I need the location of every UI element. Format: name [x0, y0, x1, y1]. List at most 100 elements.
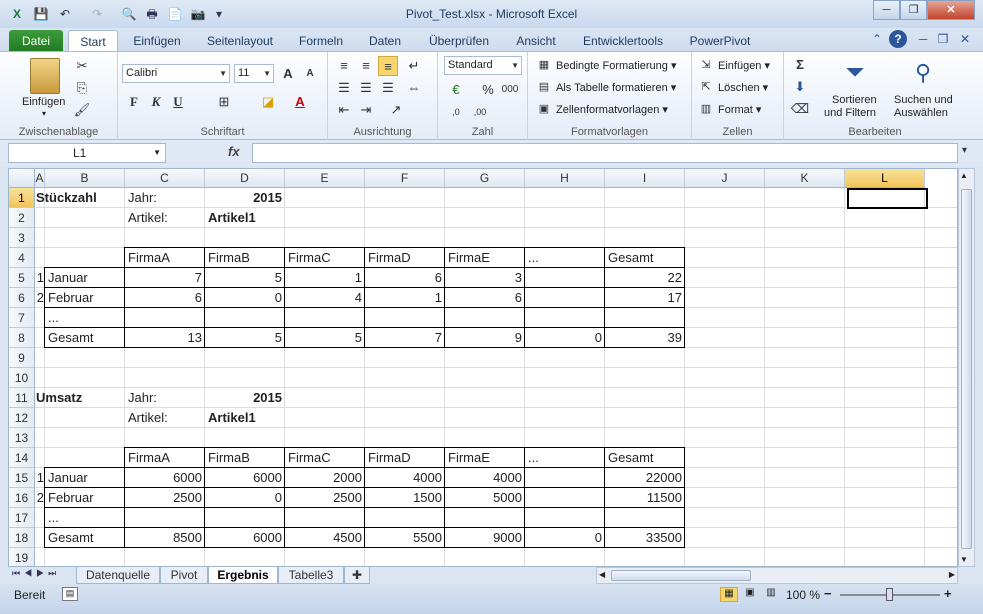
paste-dropdown-icon[interactable]: ▾ [42, 109, 46, 118]
row-header-7[interactable]: 7 [9, 308, 35, 328]
align-left-icon[interactable]: ☰ [334, 78, 354, 98]
insert-function-icon[interactable]: fx [228, 144, 240, 159]
row-header-13[interactable]: 13 [9, 428, 35, 448]
help-icon[interactable]: ? [889, 30, 907, 48]
scroll-down-icon[interactable]: ▼ [960, 555, 968, 564]
row-header-6[interactable]: 6 [9, 288, 35, 308]
sort-filter-label1[interactable]: Sortieren [832, 94, 877, 106]
zoom-in-button[interactable]: + [944, 586, 952, 601]
orientation-icon[interactable]: ↗ [386, 100, 406, 120]
horizontal-scrollbar[interactable]: ◀ ▶ [596, 567, 958, 584]
conditional-format-button[interactable]: Bedingte Formatierung ▾ [556, 59, 676, 72]
increase-decimal-button[interactable]: ,0 [446, 102, 466, 122]
worksheet-grid[interactable]: ABCDEFGHIJKL 1 2 3 4 5 6 7 8 9 10 11 12 13 14 15 16 17 18… [8, 168, 958, 567]
align-top-icon[interactable]: ≡ [334, 56, 354, 76]
align-right-icon[interactable]: ☰ [378, 78, 398, 98]
fill-color-icon[interactable]: ◪ [258, 92, 278, 112]
workbook-close-icon[interactable]: ✕ [956, 30, 974, 48]
column-header-a[interactable]: A [35, 169, 45, 188]
cell-d12[interactable]: Artikel1 [205, 408, 285, 428]
scroll-left-icon[interactable]: ◀ [599, 570, 605, 579]
tab-einfuegen[interactable]: Einfügen [126, 30, 188, 52]
column-header-c[interactable]: C [125, 169, 205, 188]
row-header-11[interactable]: 11 [9, 388, 35, 408]
row-header-3[interactable]: 3 [9, 228, 35, 248]
row-header-10[interactable]: 10 [9, 368, 35, 388]
binoculars-icon[interactable]: ⚲ [908, 58, 938, 88]
sheet-nav-icons[interactable]: ⏮◀▶⏭ [12, 568, 60, 579]
column-header-e[interactable]: E [285, 169, 365, 188]
row-header-14[interactable]: 14 [9, 448, 35, 468]
font-size-combo[interactable]: 11 ▼ [234, 64, 274, 83]
column-header-f[interactable]: F [365, 169, 445, 188]
number-format-combo[interactable]: Standard ▼ [444, 56, 522, 75]
scroll-up-icon[interactable]: ▲ [960, 171, 968, 180]
tab-entwicklertools[interactable]: Entwicklertools [576, 30, 670, 52]
workbook-restore-icon[interactable]: ❐ [934, 30, 952, 48]
row-header-16[interactable]: 16 [9, 488, 35, 508]
merge-center-icon[interactable]: ⇔ [404, 78, 424, 98]
sheet-tab-pivot[interactable]: Pivot [160, 567, 208, 584]
zoom-level[interactable]: 100 % [786, 588, 820, 602]
wrap-text-icon[interactable]: ↵ [404, 56, 424, 76]
formula-input[interactable] [252, 143, 958, 163]
align-middle-icon[interactable]: ≡ [356, 56, 376, 76]
sort-filter-icon[interactable]: ⏷ [840, 58, 870, 88]
restore-button[interactable]: ❐ [900, 0, 927, 20]
row-header-1[interactable]: 1 [9, 188, 35, 208]
format-cells-button[interactable]: Format ▾ [718, 103, 761, 116]
sheet-tab-tabelle3[interactable]: Tabelle3 [278, 567, 344, 584]
normal-view-icon[interactable]: ▦ [720, 587, 738, 602]
select-all-corner[interactable] [9, 169, 35, 188]
tab-formeln[interactable]: Formeln [292, 30, 350, 52]
cell-c12[interactable]: Artikel: [125, 408, 205, 428]
minimize-button[interactable]: ─ [873, 0, 900, 20]
increase-indent-icon[interactable]: ⇥ [356, 100, 376, 120]
insert-sheet-icon[interactable]: ✚ [344, 567, 370, 584]
name-box[interactable]: L1 ▼ [8, 143, 166, 163]
paste-icon[interactable] [30, 58, 60, 94]
tab-start[interactable]: Start [68, 30, 118, 53]
decrease-indent-icon[interactable]: ⇤ [334, 100, 354, 120]
paste-button[interactable]: Einfügen [22, 96, 65, 108]
scroll-right-icon[interactable]: ▶ [949, 570, 955, 579]
autosum-button[interactable]: Σ [790, 55, 810, 75]
collapse-ribbon-icon[interactable]: ⌃ [868, 30, 886, 48]
column-header-j[interactable]: J [685, 169, 765, 188]
font-name-combo[interactable]: Calibri ▼ [122, 64, 230, 83]
vertical-scroll-thumb[interactable] [961, 189, 972, 549]
zoom-slider-thumb[interactable] [886, 588, 893, 601]
row-header-9[interactable]: 9 [9, 348, 35, 368]
page-break-view-icon[interactable]: ▥ [762, 587, 780, 602]
currency-icon[interactable]: € [446, 80, 466, 100]
tab-datei[interactable]: Datei [9, 30, 63, 52]
align-bottom-icon[interactable]: ≡ [378, 56, 398, 76]
column-header-d[interactable]: D [205, 169, 285, 188]
zoom-out-button[interactable]: − [824, 586, 832, 601]
active-cell[interactable] [847, 188, 928, 209]
sort-filter-label2[interactable]: und Filtern [824, 107, 876, 119]
column-header-g[interactable]: G [445, 169, 525, 188]
percent-button[interactable]: % [478, 80, 498, 100]
align-center-icon[interactable]: ☰ [356, 78, 376, 98]
clear-icon[interactable]: ⌫ [790, 99, 810, 119]
underline-button[interactable]: U [168, 92, 188, 112]
shrink-font-icon[interactable]: A [300, 64, 320, 84]
cell-d11[interactable]: 2015 [205, 388, 285, 408]
grow-font-icon[interactable]: A [278, 64, 298, 84]
cell-d1[interactable]: 2015 [205, 188, 285, 208]
delete-cells-button[interactable]: Löschen ▾ [718, 81, 768, 94]
sheet-tab-datenquelle[interactable]: Datenquelle [76, 567, 160, 584]
cell-c2[interactable]: Artikel: [125, 208, 205, 228]
cell-c11[interactable]: Jahr: [125, 388, 205, 408]
close-button[interactable]: ✕ [927, 0, 975, 20]
decrease-decimal-button[interactable]: ,00 [470, 102, 490, 122]
column-header-h[interactable]: H [525, 169, 605, 188]
fill-icon[interactable]: ⬇ [790, 77, 810, 97]
find-select-label1[interactable]: Suchen und [894, 94, 953, 106]
row-header-5[interactable]: 5 [9, 268, 35, 288]
row-header-18[interactable]: 18 [9, 528, 35, 548]
borders-icon[interactable]: ⊞ [214, 92, 234, 112]
thousands-button[interactable]: 000 [500, 80, 520, 100]
page-layout-view-icon[interactable]: ▣ [741, 587, 759, 602]
